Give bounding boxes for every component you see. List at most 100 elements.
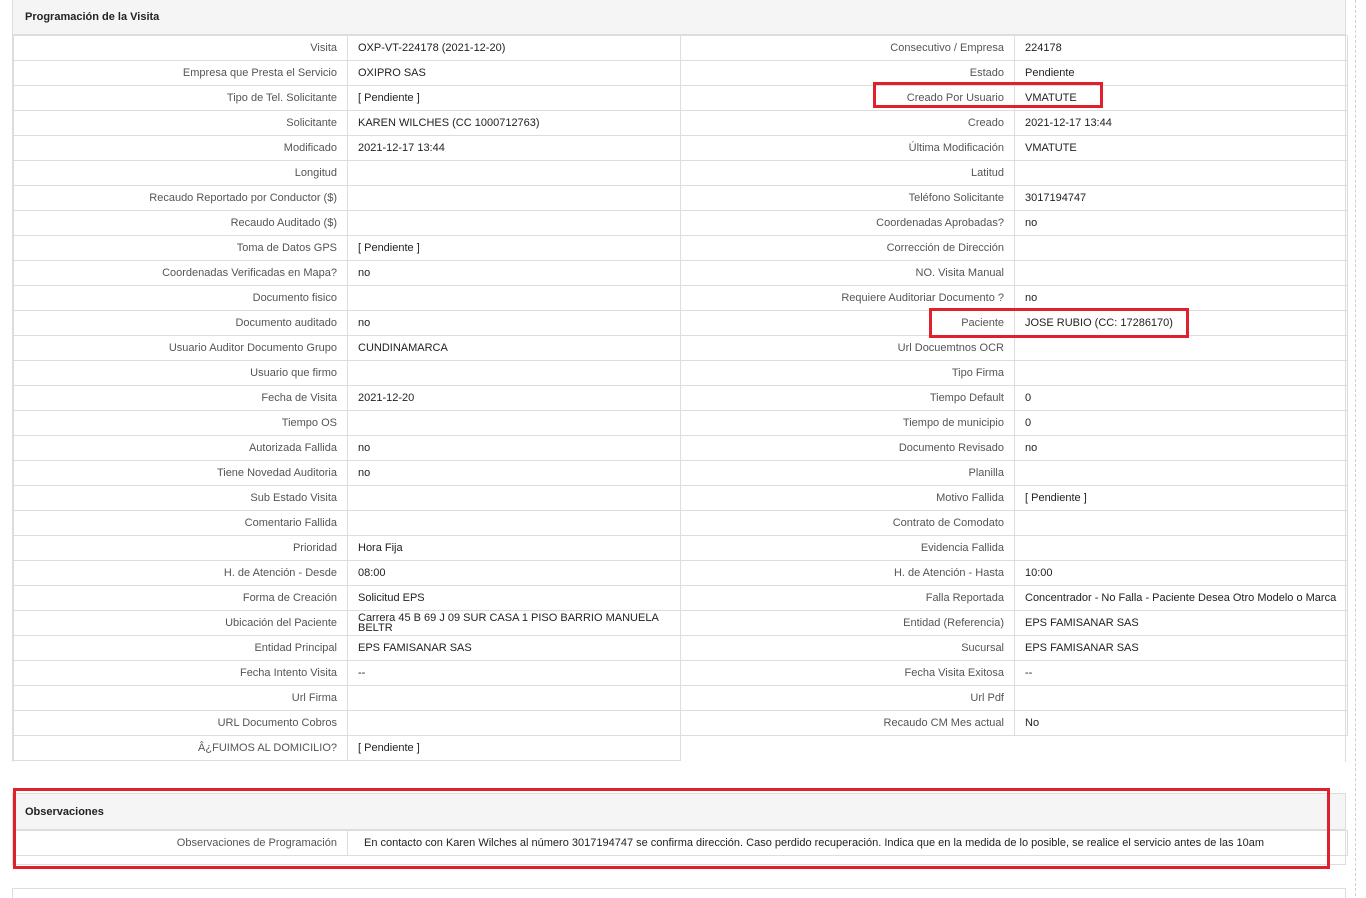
scrollbar[interactable] bbox=[1355, 0, 1364, 896]
field-label: Requiere Auditoriar Documento ? bbox=[680, 285, 1015, 311]
field-value: EPS FAMISANAR SAS bbox=[347, 635, 681, 661]
field-value: -- bbox=[1014, 660, 1348, 686]
field-value: OXIPRO SAS bbox=[347, 60, 681, 86]
field-label: Fecha de Visita bbox=[13, 385, 348, 411]
table-row: Empresa que Presta el Servicio OXIPRO SAS… bbox=[13, 60, 1348, 86]
field-label: Recaudo Auditado ($) bbox=[13, 210, 348, 236]
table-row: Comentario Fallida Contrato de Comodato bbox=[13, 510, 1348, 536]
field-label: Documento Revisado bbox=[680, 435, 1015, 461]
field-value: [ Pendiente ] bbox=[347, 735, 681, 761]
field-value bbox=[1014, 535, 1348, 561]
field-value: no bbox=[1014, 210, 1348, 236]
field-value: Carrera 45 B 69 J 09 SUR CASA 1 PISO BAR… bbox=[347, 610, 681, 636]
field-label: Contrato de Comodato bbox=[680, 510, 1015, 536]
schedule-panel-title: Programación de la Visita bbox=[13, 0, 1345, 35]
field-value: CUNDINAMARCA bbox=[347, 335, 681, 361]
field-value: [ Pendiente ] bbox=[347, 235, 681, 261]
schedule-panel: Programación de la Visita Visita OXP-VT-2… bbox=[12, 0, 1348, 762]
field-value: 224178 bbox=[1014, 35, 1348, 61]
field-label: Consecutivo / Empresa bbox=[680, 35, 1015, 61]
field-label: Tipo de Tel. Solicitante bbox=[13, 85, 348, 111]
field-value bbox=[347, 285, 681, 311]
table-row: Prioridad Hora Fija Evidencia Fallida bbox=[13, 535, 1348, 561]
field-value: [ Pendiente ] bbox=[1014, 485, 1348, 511]
table-row: Documento auditado no Paciente JOSE RUBIO … bbox=[13, 310, 1348, 336]
field-label: Estado bbox=[680, 60, 1015, 86]
field-label: Observaciones de Programación bbox=[13, 830, 348, 856]
field-value bbox=[1014, 360, 1348, 386]
field-value: OXP-VT-224178 (2021-12-20) bbox=[347, 35, 681, 61]
field-label: Corrección de Dirección bbox=[680, 235, 1015, 261]
table-row: Fecha Intento Visita -- Fecha Visita Exit… bbox=[13, 660, 1348, 686]
next-panel bbox=[12, 888, 1346, 898]
field-label: URL Documento Cobros bbox=[13, 710, 348, 736]
field-label: Url Firma bbox=[13, 685, 348, 711]
field-label: Ubicación del Paciente bbox=[13, 610, 348, 636]
field-label: NO. Visita Manual bbox=[680, 260, 1015, 286]
field-label: Motivo Fallida bbox=[680, 485, 1015, 511]
field-value bbox=[1014, 685, 1348, 711]
field-label: Teléfono Solicitante bbox=[680, 185, 1015, 211]
field-value bbox=[347, 410, 681, 436]
field-label: Creado bbox=[680, 110, 1015, 136]
table-row: Forma de Creación Solicitud EPS Falla Repo… bbox=[13, 585, 1348, 611]
field-label: Solicitante bbox=[13, 110, 348, 136]
observations-panel-title: Observaciones bbox=[13, 794, 1345, 830]
observations-value: En contacto con Karen Wilches al número … bbox=[347, 830, 1348, 856]
field-label: Url Pdf bbox=[680, 685, 1015, 711]
table-row: Solicitante KAREN WILCHES (CC 1000712763)… bbox=[13, 110, 1348, 136]
field-label: Comentario Fallida bbox=[13, 510, 348, 536]
field-label: Empresa que Presta el Servicio bbox=[13, 60, 348, 86]
table-row: URL Documento Cobros Recaudo CM Mes actua… bbox=[13, 710, 1348, 736]
field-label: Documento auditado bbox=[13, 310, 348, 336]
table-row: Usuario Auditor Documento Grupo CUNDINAMA… bbox=[13, 335, 1348, 361]
field-label: Autorizada Fallida bbox=[13, 435, 348, 461]
field-label: Usuario que firmo bbox=[13, 360, 348, 386]
field-value: 2021-12-20 bbox=[347, 385, 681, 411]
field-value bbox=[347, 160, 681, 186]
table-row: Usuario que firmo Tipo Firma bbox=[13, 360, 1348, 386]
field-value bbox=[1014, 235, 1348, 261]
field-label: Falla Reportada bbox=[680, 585, 1015, 611]
field-value: EPS FAMISANAR SAS bbox=[1014, 635, 1348, 661]
field-label: Url Docuemtnos OCR bbox=[680, 335, 1015, 361]
empty-cell bbox=[681, 736, 1348, 761]
field-label: Visita bbox=[13, 35, 348, 61]
field-label: Entidad (Referencia) bbox=[680, 610, 1015, 636]
field-label: Modificado bbox=[13, 135, 348, 161]
field-label: Tiempo OS bbox=[13, 410, 348, 436]
table-row: Recaudo Reportado por Conductor ($) Teléf… bbox=[13, 185, 1348, 211]
table-row: Coordenadas Verificadas en Mapa? no NO. V… bbox=[13, 260, 1348, 286]
field-value: 0 bbox=[1014, 385, 1348, 411]
field-value: 0 bbox=[1014, 410, 1348, 436]
field-label: Forma de Creación bbox=[13, 585, 348, 611]
field-value bbox=[347, 685, 681, 711]
table-row: Â¿FUIMOS AL DOMICILIO?[ Pendiente ] bbox=[13, 735, 1348, 761]
field-label: Prioridad bbox=[13, 535, 348, 561]
field-label: Tiempo Default bbox=[680, 385, 1015, 411]
field-label: Usuario Auditor Documento Grupo bbox=[13, 335, 348, 361]
field-label: H. de Atención - Hasta bbox=[680, 560, 1015, 586]
field-value: 2021-12-17 13:44 bbox=[1014, 110, 1348, 136]
table-row: Documento fisico Requiere Auditoriar Docu… bbox=[13, 285, 1348, 311]
field-value: 3017194747 bbox=[1014, 185, 1348, 211]
field-value bbox=[1014, 260, 1348, 286]
observations-panel: Observaciones Observaciones de Programac… bbox=[12, 793, 1348, 865]
field-value bbox=[1014, 460, 1348, 486]
field-label: Entidad Principal bbox=[13, 635, 348, 661]
field-label: Tipo Firma bbox=[680, 360, 1015, 386]
field-label: Sub Estado Visita bbox=[13, 485, 348, 511]
field-value: Concentrador - No Falla - Paciente Desea… bbox=[1014, 585, 1348, 611]
field-value bbox=[1014, 335, 1348, 361]
field-label: Â¿FUIMOS AL DOMICILIO? bbox=[13, 735, 348, 761]
field-value: no bbox=[347, 310, 681, 336]
field-label: Evidencia Fallida bbox=[680, 535, 1015, 561]
field-value: Hora Fija bbox=[347, 535, 681, 561]
field-value: no bbox=[347, 460, 681, 486]
table-row: Observaciones de Programación En contact… bbox=[13, 830, 1348, 856]
schedule-table: Visita OXP-VT-224178 (2021-12-20) Consecut… bbox=[13, 35, 1348, 761]
table-row: Tiene Novedad Auditoria no Planilla bbox=[13, 460, 1348, 486]
field-value: no bbox=[1014, 285, 1348, 311]
table-row: H. de Atención - Desde 08:00 H. de Atenció… bbox=[13, 560, 1348, 586]
field-value: 08:00 bbox=[347, 560, 681, 586]
